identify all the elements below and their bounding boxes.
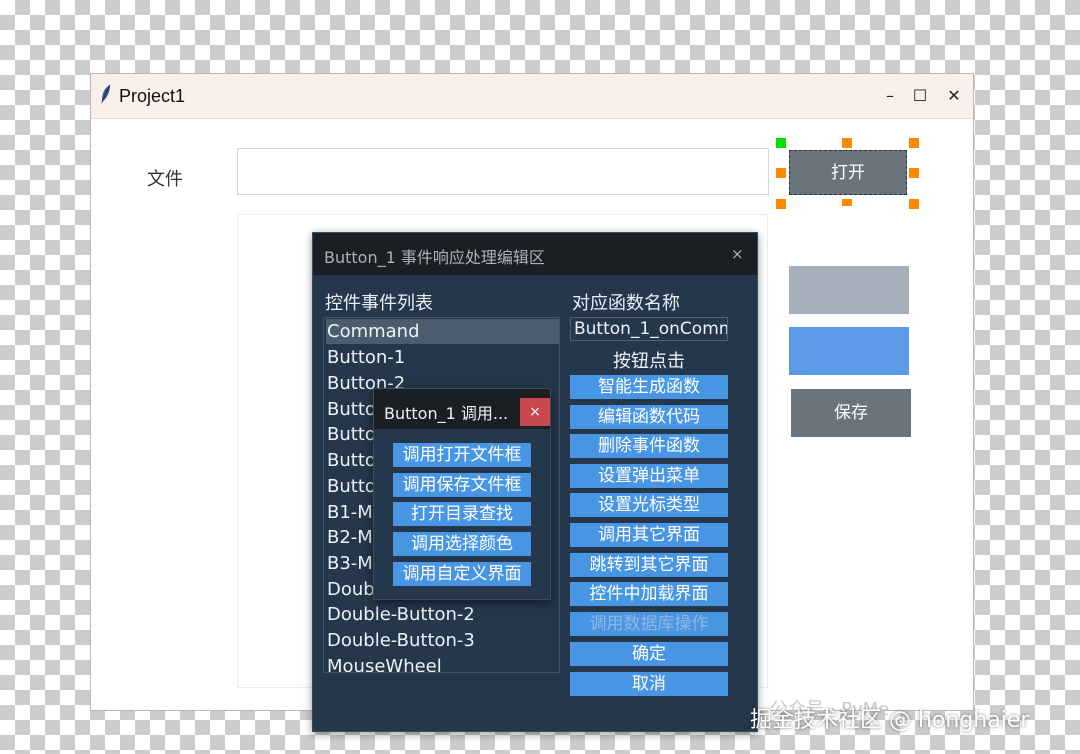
file-label: 文件 <box>147 169 183 190</box>
placeholder-widget-blue[interactable] <box>789 327 909 375</box>
event-dialog-title: Button_1 事件响应处理编辑区 <box>324 248 545 267</box>
resize-handle-bottom-left[interactable] <box>776 199 786 209</box>
function-name-field[interactable]: Button_1_onCommand <box>570 317 728 341</box>
load-ui-in-control-button[interactable]: 控件中加载界面 <box>570 582 728 606</box>
call-save-file-dialog-button[interactable]: 调用保存文件框 <box>393 473 531 497</box>
jump-to-other-ui-button[interactable]: 跳转到其它界面 <box>570 553 728 577</box>
event-list-item-selected[interactable]: Command <box>326 319 559 344</box>
open-directory-search-button[interactable]: 打开目录查找 <box>393 502 531 526</box>
confirm-button[interactable]: 确定 <box>570 642 728 666</box>
event-dialog-titlebar[interactable]: Button_1 事件响应处理编辑区 × <box>313 233 757 275</box>
placeholder-widget-gray[interactable] <box>789 266 909 314</box>
resize-handle-right[interactable] <box>909 168 919 178</box>
watermark-text: 掘金技术社区 @ honghaier <box>750 708 1030 733</box>
event-dialog-close-button[interactable]: × <box>731 245 744 263</box>
cancel-button[interactable]: 取消 <box>570 672 728 696</box>
maximize-button[interactable]: ☐ <box>905 82 935 110</box>
resize-handle-left[interactable] <box>776 168 786 178</box>
event-list-item[interactable]: Double-Button-2 <box>326 602 559 627</box>
resize-handle-top-right[interactable] <box>909 138 919 148</box>
database-operation-button[interactable]: 调用数据库操作 <box>570 612 728 636</box>
file-path-input[interactable] <box>237 148 769 195</box>
call-open-file-dialog-button[interactable]: 调用打开文件框 <box>393 443 531 467</box>
set-popup-menu-button[interactable]: 设置弹出菜单 <box>570 464 728 488</box>
call-color-picker-button[interactable]: 调用选择颜色 <box>393 532 531 556</box>
popup-titlebar[interactable]: Button_1 调用... × <box>374 389 550 429</box>
edit-function-code-button[interactable]: 编辑函数代码 <box>570 405 728 429</box>
popup-close-button[interactable]: × <box>520 398 550 426</box>
minimize-button[interactable]: – <box>875 82 905 110</box>
event-list-header: 控件事件列表 <box>325 293 433 314</box>
call-other-ui-button[interactable]: 调用其它界面 <box>570 523 728 547</box>
delete-event-function-button[interactable]: 删除事件函数 <box>570 434 728 458</box>
feather-icon <box>101 84 111 105</box>
function-description: 按钮点击 <box>613 351 685 372</box>
resize-handle-top[interactable] <box>842 138 852 148</box>
open-button[interactable]: 打开 <box>789 150 907 195</box>
window-title: Project1 <box>119 86 186 106</box>
event-list-item[interactable]: Button-1 <box>326 345 559 370</box>
call-options-popup: Button_1 调用... × 调用打开文件框 调用保存文件框 打开目录查找 … <box>373 388 551 600</box>
set-cursor-type-button[interactable]: 设置光标类型 <box>570 493 728 517</box>
window-titlebar[interactable]: Project1 – ☐ ✕ <box>91 74 973 119</box>
resize-handle-bottom-right[interactable] <box>909 199 919 209</box>
event-list-item[interactable]: Double-Button-3 <box>326 628 559 653</box>
event-list-item[interactable]: MouseWheel <box>326 654 559 672</box>
selection-anchor-handle[interactable] <box>776 138 786 148</box>
popup-title: Button_1 调用... <box>384 404 509 423</box>
save-button[interactable]: 保存 <box>791 389 911 437</box>
generate-function-button[interactable]: 智能生成函数 <box>570 375 728 399</box>
function-name-header: 对应函数名称 <box>572 293 680 314</box>
call-custom-ui-button[interactable]: 调用自定义界面 <box>393 562 531 586</box>
placeholder-widget-white[interactable] <box>788 206 908 253</box>
close-window-button[interactable]: ✕ <box>939 82 969 110</box>
